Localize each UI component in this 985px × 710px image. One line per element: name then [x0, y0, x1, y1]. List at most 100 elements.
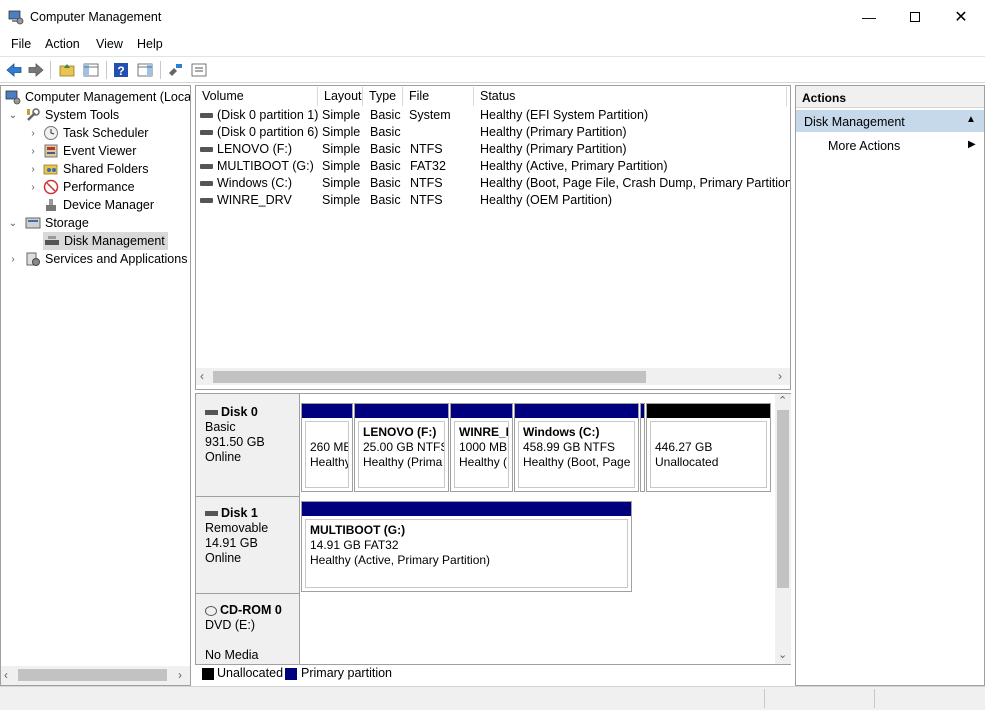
table-row[interactable]: LENOVO (F:) Simple Basic NTFS Healthy (P… — [196, 141, 790, 158]
services-icon — [26, 252, 40, 266]
table-row[interactable]: WINRE_DRV Simple Basic NTFS Healthy (OEM… — [196, 192, 790, 209]
up-folder-icon[interactable] — [58, 61, 76, 79]
scroll-thumb[interactable] — [213, 371, 646, 383]
menu-help[interactable]: Help — [137, 37, 163, 51]
partition-efi[interactable]: 260 ME Healthy — [301, 403, 353, 492]
drive-icon — [200, 113, 213, 118]
tree-item-root[interactable]: Computer Management (Local — [5, 88, 191, 106]
scroll-left-icon[interactable]: ‹ — [4, 668, 8, 682]
tree-item-performance[interactable]: › Performance — [27, 178, 135, 196]
menu-file[interactable]: File — [11, 37, 31, 51]
volume-list: Volume Layout Type File System Status (D… — [195, 85, 791, 390]
help-icon[interactable]: ? — [112, 61, 130, 79]
unallocated-bar — [647, 404, 770, 418]
chevron-down-icon[interactable]: ⌄ — [7, 110, 19, 121]
show-hide-tree-icon[interactable] — [82, 61, 100, 79]
window-title: Computer Management — [30, 10, 162, 24]
drive-icon — [200, 198, 213, 203]
tree-item-label: Shared Folders — [63, 162, 149, 176]
scroll-thumb[interactable] — [777, 410, 789, 588]
storage-icon — [25, 217, 41, 229]
properties-icon[interactable] — [190, 61, 208, 79]
partition-winre[interactable]: WINRE_D 1000 MB Healthy ( — [450, 403, 513, 492]
disk-1-label[interactable]: Disk 1 Removable 14.91 GB Online — [196, 497, 300, 594]
close-button[interactable]: ✕ — [938, 0, 984, 34]
connect-drive-icon[interactable] — [166, 61, 184, 79]
chevron-right-icon[interactable]: › — [27, 128, 39, 139]
tree-item-label: Computer Management (Local — [25, 90, 191, 104]
tree-item-device-manager[interactable]: Device Manager — [27, 196, 154, 214]
table-row[interactable]: Windows (C:) Simple Basic NTFS Healthy (… — [196, 175, 790, 192]
more-actions-item[interactable]: More Actions ▶ — [796, 136, 984, 156]
collapse-icon[interactable]: ▲ — [966, 114, 976, 125]
forward-arrow-icon[interactable] — [27, 61, 45, 79]
tree-horizontal-scrollbar[interactable]: ‹ › — [1, 666, 190, 685]
scroll-right-icon[interactable]: › — [178, 668, 182, 682]
drive-icon — [200, 130, 213, 135]
chevron-right-icon[interactable]: › — [7, 254, 19, 265]
tree-item-label: Device Manager — [63, 198, 155, 212]
cdrom-0-label[interactable]: CD-ROM 0 DVD (E:) No Media — [196, 594, 300, 664]
partition-windows[interactable]: Windows (C:) 458.99 GB NTFS Healthy (Boo… — [514, 403, 639, 492]
column-header-file-system[interactable]: File System — [403, 87, 474, 122]
chevron-right-icon[interactable]: › — [27, 164, 39, 175]
tree-item-shared-folders[interactable]: › Shared Folders — [27, 160, 148, 178]
tree-item-services[interactable]: › Services and Applications — [7, 250, 187, 268]
tree-item-label: Event Viewer — [63, 144, 137, 158]
tree-item-label: System Tools — [45, 108, 120, 122]
submenu-arrow-icon: ▶ — [968, 139, 976, 150]
computer-management-icon — [8, 10, 24, 25]
list-horizontal-scrollbar[interactable]: ‹ › — [196, 368, 790, 385]
title-bar: Computer Management — ✕ — [0, 0, 985, 34]
legend-primary: Primary partition — [301, 666, 392, 680]
menu-action[interactable]: Action — [45, 37, 80, 51]
show-hide-action-pane-icon[interactable] — [136, 61, 154, 79]
actions-section-disk-management[interactable]: Disk Management ▲ — [796, 110, 984, 132]
primary-partition-bar — [515, 404, 638, 418]
back-arrow-icon[interactable] — [5, 61, 23, 79]
chevron-down-icon[interactable]: ⌄ — [7, 218, 19, 229]
disk-0-label[interactable]: Disk 0 Basic 931.50 GB Online — [196, 394, 300, 497]
scroll-down-icon[interactable]: ⌄ — [778, 648, 787, 661]
table-row[interactable]: (Disk 0 partition 6) Simple Basic Health… — [196, 124, 790, 141]
menu-bar: File Action View Help — [0, 34, 985, 55]
chevron-right-icon[interactable]: › — [27, 182, 39, 193]
legend-unallocated: Unallocated — [217, 666, 284, 680]
tree-item-storage[interactable]: ⌄ Storage — [7, 214, 89, 232]
drive-icon — [200, 181, 213, 186]
menu-view[interactable]: View — [96, 37, 123, 51]
scroll-thumb[interactable] — [18, 669, 167, 681]
partition-disk0-6[interactable] — [640, 403, 645, 492]
table-row[interactable]: MULTIBOOT (G:) Simple Basic FAT32 Health… — [196, 158, 790, 175]
scroll-right-icon[interactable]: › — [778, 369, 782, 383]
partition-unallocated[interactable]: 446.27 GB Unallocated — [646, 403, 771, 492]
column-header-layout[interactable]: Layout — [318, 87, 363, 106]
graph-vertical-scrollbar[interactable]: ⌃ ⌄ — [775, 394, 791, 664]
primary-partition-bar — [355, 404, 448, 418]
tree-item-disk-management[interactable]: Disk Management — [43, 232, 168, 250]
primary-partition-bar — [641, 404, 644, 418]
table-row[interactable]: (Disk 0 partition 1) Simple Basic Health… — [196, 107, 790, 124]
scroll-up-icon[interactable]: ⌃ — [778, 394, 787, 407]
status-bar — [0, 686, 985, 710]
disk-icon — [205, 511, 218, 516]
tree-item-task-scheduler[interactable]: › Task Scheduler — [27, 124, 148, 142]
column-header-type[interactable]: Type — [363, 87, 403, 106]
chevron-right-icon[interactable]: › — [27, 146, 39, 157]
column-header-volume[interactable]: Volume — [196, 87, 318, 106]
performance-icon — [43, 179, 59, 195]
tree-item-label: Disk Management — [64, 234, 165, 248]
maximize-button[interactable] — [892, 0, 938, 34]
partition-multiboot[interactable]: MULTIBOOT (G:) 14.91 GB FAT32 Healthy (A… — [301, 501, 632, 592]
partition-lenovo[interactable]: LENOVO (F:) 25.00 GB NTFS Healthy (Prima — [354, 403, 449, 492]
tree-item-event-viewer[interactable]: › Event Viewer — [27, 142, 136, 160]
minimize-button[interactable]: — — [846, 0, 892, 34]
disk-icon — [205, 410, 218, 415]
scroll-left-icon[interactable]: ‹ — [200, 369, 204, 383]
tree-item-system-tools[interactable]: ⌄ System Tools — [7, 106, 119, 124]
maximize-icon — [910, 12, 920, 22]
cdrom-icon — [205, 605, 217, 616]
column-header-status[interactable]: Status — [474, 87, 787, 106]
tree-item-label: Task Scheduler — [63, 126, 149, 140]
actions-header: Actions — [796, 86, 984, 108]
